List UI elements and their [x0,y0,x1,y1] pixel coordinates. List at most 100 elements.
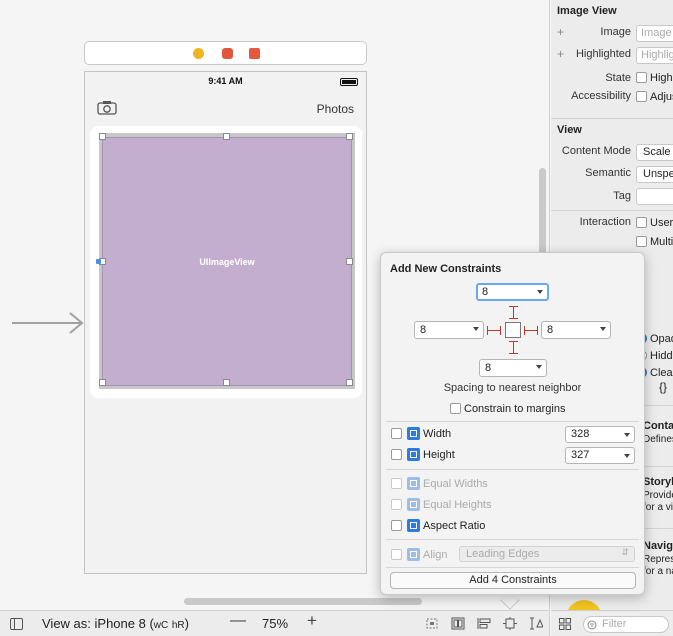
zoom-in-button[interactable]: + [307,611,317,631]
semantic-label: Semantic [585,167,631,179]
state-option-label: Highlighted [650,72,673,84]
adjusts-image-size-checkbox[interactable]: Adjusts Image Size [636,91,673,103]
user-interaction-checkbox[interactable]: User Interaction Enabled [636,217,673,229]
strut-cap [524,326,525,335]
align-icon[interactable] [477,617,491,630]
strut-cap [537,326,538,335]
exit-icon[interactable] [249,48,260,59]
section-divider [551,118,673,119]
spacing-caption: Spacing to nearest neighbor [443,382,582,394]
trailing-spacing-value: 8 [547,324,554,336]
height-value-select[interactable]: 327 [565,447,635,464]
chevron-down-icon[interactable] [600,327,606,331]
resolve-auto-layout-icon[interactable] [529,617,543,630]
update-frames-icon[interactable] [425,617,439,630]
trailing-spacing-field[interactable]: 8 [541,321,611,339]
hidden-label: Hidden [650,350,673,362]
resize-handle-bottom[interactable] [223,379,230,386]
semantic-select[interactable]: Unspecified [636,166,673,183]
aspect-ratio-checkbox[interactable]: Aspect Ratio [391,519,485,532]
add-constraints-popover: Add New Constraints 8 8 8 8 Spacing to n… [380,252,645,595]
section-divider [551,210,673,211]
horizontal-scrollbar[interactable] [184,598,422,605]
resize-handle-bottom-left[interactable] [99,379,106,386]
constrain-to-margins-checkbox[interactable]: Constrain to margins [450,403,566,415]
strut-cap [500,326,501,335]
align-checkbox[interactable]: Align [391,548,447,561]
content-view[interactable]: UIImageView [90,126,362,398]
chevron-down-icon[interactable] [624,454,630,458]
leading-spacing-field[interactable]: 8 [414,321,484,339]
clears-label: Clears Graphics Context [650,367,673,379]
chevron-down-icon[interactable] [624,433,630,437]
add-new-constraints-icon[interactable] [503,617,517,630]
object-library-icon[interactable]: {} [659,380,667,394]
document-outline-toggle-icon[interactable] [10,618,23,630]
highlighted-field[interactable]: Highlighted [636,47,673,64]
library-item-2-subtitle: Provides a placeholder [643,490,673,501]
resize-handle-right[interactable] [346,258,353,265]
bottom-spacing-field[interactable]: 8 [479,359,547,377]
strut-cap [509,318,518,319]
entry-point-arrow-icon[interactable] [12,312,84,334]
image-field[interactable]: Image [636,25,673,42]
zoom-out-button[interactable]: — [230,612,246,630]
chevron-down-icon[interactable] [536,365,542,369]
image-view-label: UIImageView [199,256,255,267]
chevron-down-icon[interactable] [537,290,543,294]
camera-icon[interactable] [97,100,117,115]
strut-cap [509,341,518,342]
popover-divider [386,469,639,470]
equal-widths-checkbox[interactable]: Equal Widths [391,477,488,490]
chevron-updown-icon: ⇵ [621,547,629,557]
leading-guide-marker [96,259,101,264]
height-checkbox[interactable]: Height [391,448,455,461]
interaction-multi-label: Multiple Touch [650,236,673,248]
leading-spacing-value: 8 [420,324,427,336]
resize-handle-top-right[interactable] [346,133,353,140]
grid-view-icon[interactable] [559,618,571,630]
image-view[interactable]: UIImageView [102,137,352,386]
width-value-select[interactable]: 328 [565,426,635,443]
library-item-1-title[interactable]: Container View Controller [643,420,673,432]
equal-heights-checkbox[interactable]: Equal Heights [391,498,492,511]
popover-title: Add New Constraints [390,263,502,275]
resize-handle-top[interactable] [223,133,230,140]
bottom-spacing-value: 8 [485,362,492,374]
top-spacing-field[interactable]: 8 [476,283,549,301]
constraint-center-view [505,322,521,338]
add-constraints-button[interactable]: Add 4 Constraints [390,572,636,589]
image-label: Image [600,26,631,38]
interaction-user-label: User Interaction Enabled [650,217,673,229]
popover-divider [386,539,639,540]
align-icon [407,548,420,561]
embed-in-stack-icon[interactable] [451,617,465,630]
popover-divider [386,421,639,422]
opaque-label: Opaque [650,333,673,345]
tag-field[interactable] [636,188,673,205]
chevron-down-icon[interactable] [473,327,479,331]
resize-handle-top-left[interactable] [99,133,106,140]
width-checkbox[interactable]: Width [391,427,451,440]
canvas-bottom-bar: View as: iPhone 8 (wC hR) — 75% + [0,610,549,636]
state-highlighted-checkbox[interactable]: Highlighted [636,72,673,84]
aspect-ratio-label: Aspect Ratio [423,520,486,532]
constrain-margins-label: Constrain to margins [464,403,566,415]
height-icon [407,448,420,461]
device-frame: 9:41 AM Photos UIImageView [84,71,367,574]
view-as-device-button[interactable]: View as: iPhone 8 (wC hR) [42,616,189,631]
align-value: Leading Edges [466,548,540,560]
resize-handle-bottom-right[interactable] [346,379,353,386]
multiple-touch-checkbox[interactable]: Multiple Touch [636,236,673,248]
trailing-constraint-strut[interactable] [524,330,538,331]
tag-label: Tag [613,190,631,202]
filter-icon [587,620,597,630]
align-select[interactable]: Leading Edges ⇵ [459,546,635,562]
first-responder-icon[interactable] [222,48,233,59]
library-item-2-title[interactable]: Storyboard Reference [643,476,673,488]
content-mode-select[interactable]: Scale To Fill [636,144,673,161]
leading-constraint-strut[interactable] [487,330,501,331]
content-mode-label: Content Mode [561,145,631,157]
view-controller-icon[interactable] [193,48,204,59]
library-item-3-title[interactable]: Navigation Item [643,540,673,552]
